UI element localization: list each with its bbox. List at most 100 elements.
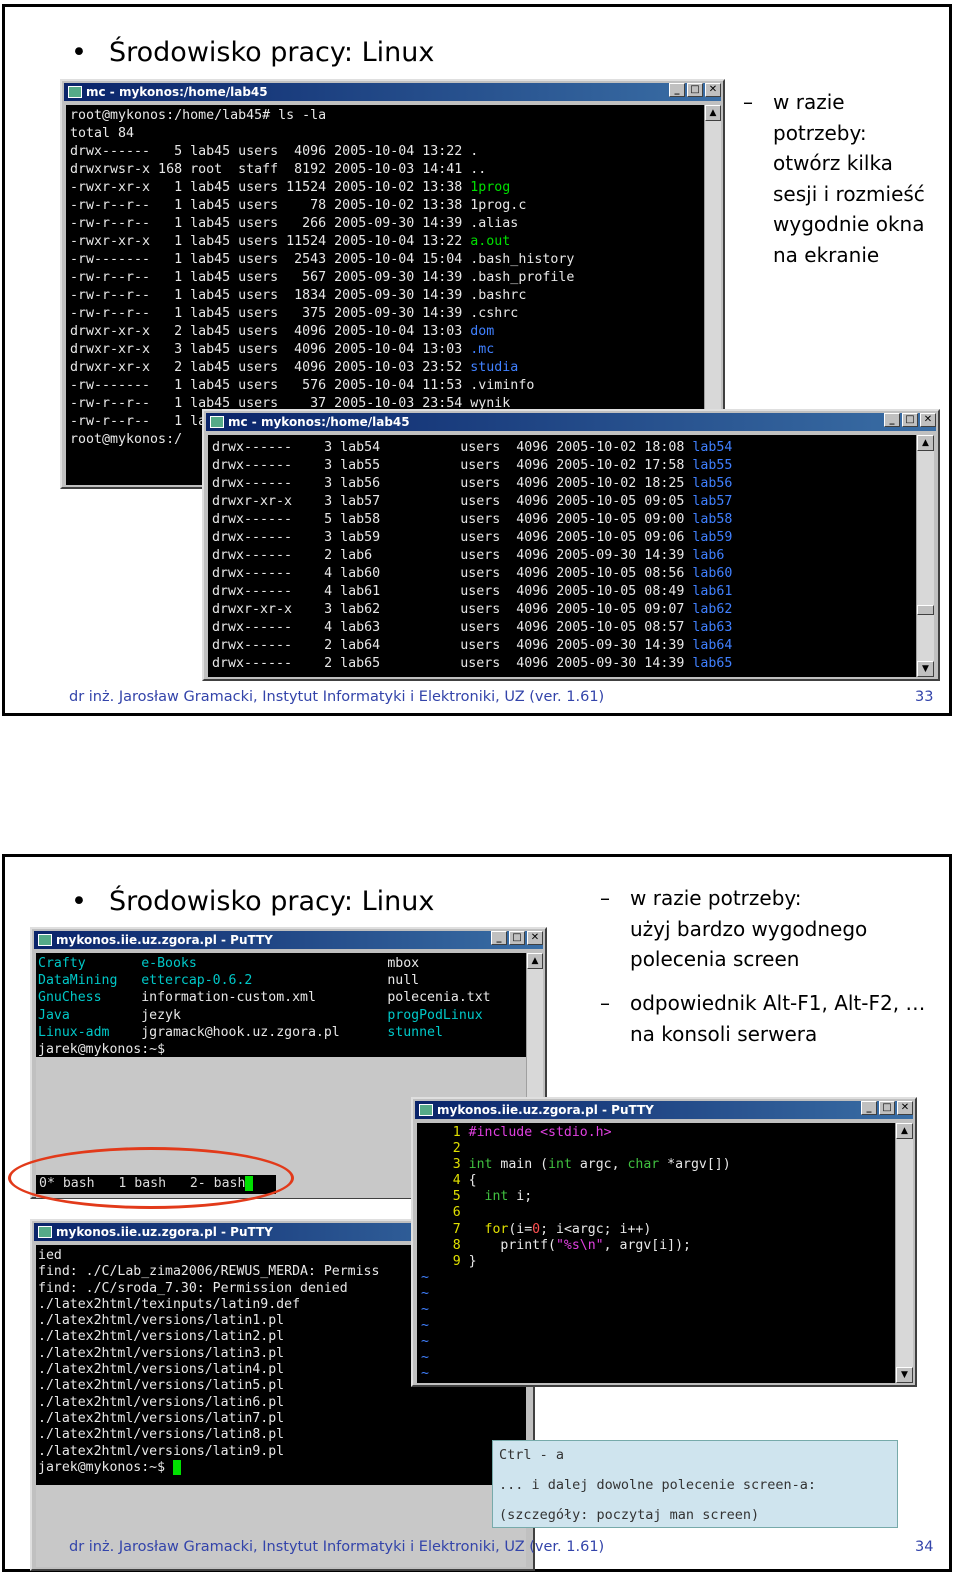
- file-entry: progPodLinux: [387, 1007, 483, 1023]
- maximize-button[interactable]: □: [879, 1101, 895, 1115]
- file-entry: e-Books: [141, 956, 388, 971]
- note-line: użyj bardzo wygodnego: [630, 916, 868, 941]
- empty-line-marker: ~: [421, 1302, 429, 1318]
- prompt-line: root@mykonos:/home/lab45# ls -la: [70, 108, 327, 123]
- total-line: total 84: [70, 126, 135, 141]
- vim-status-line: -- INSERT -- 1,2 All: [421, 1383, 891, 1384]
- listing-meta: drwxr-xr-x 2 lab45 users 4096 2005-10-03…: [70, 360, 471, 375]
- screen-hint-box: Ctrl - a ... i dalej dowolne polecenie s…: [492, 1440, 898, 1528]
- output-line: ./latex2html/versions/latin9.pl: [38, 1443, 285, 1459]
- minimize-button[interactable]: _: [861, 1101, 877, 1115]
- line-number: 9: [421, 1253, 469, 1269]
- terminal-icon: [210, 416, 224, 428]
- listing-meta: users 4096 2005-10-02 18:08: [460, 440, 693, 455]
- listing-row: -rw-r--r-- 1 lab45 users 1834 2005-09-30…: [70, 287, 700, 305]
- code-token: ; i<argc; i++): [540, 1221, 652, 1237]
- listing-owner: lab60: [340, 566, 461, 581]
- listing-meta: users 4096 2005-09-30 14:39: [460, 656, 693, 671]
- code-line: 8 printf("%s\n", argv[i]);: [421, 1238, 891, 1254]
- terminal-output[interactable]: drwx------ 3 lab54 users 4096 2005-10-02…: [208, 435, 916, 677]
- cursor: [172, 1459, 181, 1475]
- minimize-button[interactable]: _: [884, 413, 900, 427]
- listing-row: drwx------ 3 lab59 users 4096 2005-10-05…: [212, 529, 912, 547]
- window-controls: _ □ ✕: [491, 931, 543, 945]
- listing-meta: -rw-r--r-- 1 lab45 users 567 2005-09-30 …: [70, 270, 471, 285]
- line-number: 7: [421, 1221, 469, 1237]
- note-alt: – odpowiednik Alt-F1, Alt-F2, … na konsol…: [600, 988, 940, 1049]
- note-line: w razie potrzeby:: [630, 886, 802, 910]
- listing-owner: lab58: [340, 512, 461, 527]
- terminal-icon: [68, 86, 82, 98]
- window-titlebar[interactable]: mykonos.iie.uz.zgora.pl - PuTTY: [415, 1101, 913, 1119]
- close-button[interactable]: ✕: [527, 931, 543, 945]
- scroll-up-arrow[interactable]: ▲: [917, 435, 934, 451]
- scroll-up-arrow[interactable]: ▲: [896, 1123, 913, 1139]
- listing-name: a.out: [470, 234, 511, 249]
- listing-perm: drwxr-xr-x 3: [212, 602, 341, 617]
- window-titlebar[interactable]: mc - mykonos:/home/lab45: [64, 83, 721, 101]
- listing-name: 1prog: [470, 180, 511, 195]
- listing-perm: drwx------ 4: [212, 620, 341, 635]
- listing-name: lab54: [692, 440, 733, 455]
- code-token: <stdio.h>: [540, 1125, 612, 1140]
- listing-row: -rw-r--r-- 1 lab45 users 78 2005-10-02 1…: [70, 197, 700, 215]
- footer-author: dr inż. Jarosław Gramacki, Instytut Info…: [69, 1539, 605, 1555]
- note-line: potrzeby:: [773, 120, 867, 145]
- page-number: 34: [915, 1539, 934, 1555]
- footer-author: dr inż. Jarosław Gramacki, Instytut Info…: [69, 689, 605, 705]
- vertical-scrollbar[interactable]: ▲: [704, 105, 721, 410]
- putty-window-vim[interactable]: mykonos.iie.uz.zgora.pl - PuTTY _ □ ✕ 1 …: [411, 1097, 917, 1387]
- close-button[interactable]: ✕: [897, 1101, 913, 1115]
- listing-meta: -rw-r--r-- 1 lab45 users 78 2005-10-02 1…: [70, 198, 471, 213]
- listing-row: drwx------ 3 lab54 users 4096 2005-10-02…: [212, 439, 912, 457]
- vertical-scrollbar[interactable]: ▲ ▼: [916, 435, 934, 677]
- dir-entry: GnuChess: [38, 990, 142, 1006]
- listing-name: 1prog.c: [470, 198, 527, 213]
- listing-row: Crafty e-Books mbox: [38, 955, 524, 972]
- listing-meta: users 4096 2005-10-02 17:58: [460, 458, 693, 473]
- listing-owner: lab62: [340, 602, 461, 617]
- listing-perm: drwx------ 3: [212, 530, 341, 545]
- listing-meta: users 4096 2005-10-05 09:00: [460, 512, 693, 527]
- listing-row: drwx------ 4 lab60 users 4096 2005-10-05…: [212, 565, 912, 583]
- listing-name: lab61: [692, 584, 733, 599]
- scroll-up-arrow[interactable]: ▲: [705, 105, 721, 121]
- code-line: 2: [421, 1141, 891, 1157]
- line-number: 6: [421, 1205, 469, 1221]
- window-titlebar[interactable]: mykonos.iie.uz.zgora.pl - PuTTY: [34, 931, 543, 949]
- scroll-thumb[interactable]: [917, 605, 934, 615]
- maximize-button[interactable]: □: [687, 83, 703, 97]
- listing-name: .cshrc: [470, 306, 519, 321]
- listing-meta: users 4096 2005-09-30 14:39: [460, 638, 693, 653]
- file-entry: polecenia.txt: [387, 990, 491, 1006]
- dir-entry: Java: [38, 1007, 142, 1023]
- code-token: , argv[i]);: [603, 1237, 691, 1253]
- window-titlebar[interactable]: mc - mykonos:/home/lab45: [206, 413, 936, 431]
- listing-meta: -rwxr-xr-x 1 lab45 users 11524 2005-10-0…: [70, 234, 471, 249]
- vertical-scrollbar[interactable]: ▲ ▼: [895, 1123, 913, 1383]
- code-token: i;: [516, 1189, 533, 1205]
- scroll-down-arrow[interactable]: ▼: [917, 661, 934, 677]
- scroll-up-arrow[interactable]: ▲: [527, 953, 543, 969]
- maximize-button[interactable]: □: [509, 931, 525, 945]
- code-token: char: [627, 1157, 668, 1173]
- window-controls: _ □ ✕: [884, 413, 936, 427]
- note-text: w razie potrzeby: użyj bardzo wygodnego po…: [630, 883, 940, 975]
- mc-window-front[interactable]: mc - mykonos:/home/lab45 _ □ ✕ drwx-----…: [202, 409, 940, 681]
- close-button[interactable]: ✕: [920, 413, 936, 427]
- prompt-line: jarek@mykonos:~$: [38, 1042, 166, 1058]
- listing-perm: drwx------ 3: [212, 476, 341, 491]
- close-button[interactable]: ✕: [705, 83, 721, 97]
- minimize-button[interactable]: _: [491, 931, 507, 945]
- scroll-down-arrow[interactable]: ▼: [896, 1367, 913, 1383]
- listing-name: studia: [470, 360, 519, 375]
- listing-owner: lab54: [340, 440, 461, 455]
- minimize-button[interactable]: _: [669, 83, 685, 97]
- vim-editor[interactable]: 1 #include <stdio.h> 2 3 int main (int a…: [417, 1123, 895, 1383]
- line-number: 5: [421, 1189, 469, 1205]
- note-text: odpowiednik Alt-F1, Alt-F2, … na konsoli …: [630, 988, 940, 1049]
- listing-row: -rwxr-xr-x 1 lab45 users 11524 2005-10-0…: [70, 233, 700, 251]
- listing-name: lab6: [692, 548, 725, 563]
- maximize-button[interactable]: □: [902, 413, 918, 427]
- hint-line: ... i dalej dowolne polecenie screen-a:: [499, 1477, 816, 1493]
